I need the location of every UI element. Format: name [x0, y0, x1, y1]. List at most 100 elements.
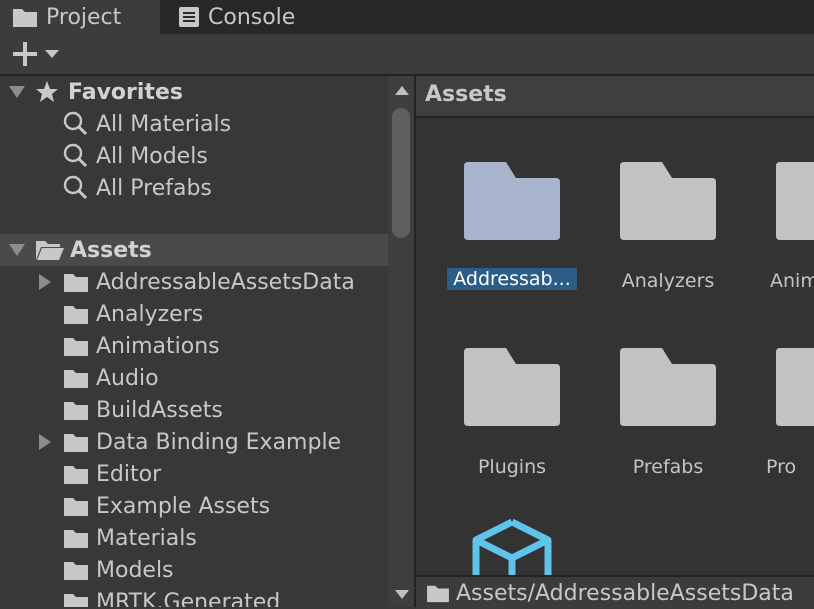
folder-label: Example Assets — [96, 493, 271, 519]
folder-icon — [776, 348, 814, 426]
asset-folder-item[interactable]: Pro — [754, 346, 814, 486]
asset-label-text: Anim — [770, 270, 814, 292]
asset-folder-item[interactable]: Addressab... — [442, 160, 582, 300]
folder-icon — [64, 594, 88, 607]
search-icon — [63, 175, 88, 200]
scroll-down-icon[interactable] — [395, 590, 409, 599]
folder-icon — [64, 274, 88, 292]
favorite-label: All Models — [96, 143, 208, 169]
folder-icon — [620, 348, 716, 426]
folder-icon — [427, 585, 449, 603]
foldout-expanded-icon[interactable] — [9, 86, 25, 98]
tab-project[interactable]: Project — [0, 0, 160, 34]
folder-icon — [64, 370, 88, 388]
asset-label-text: Plugins — [477, 456, 547, 478]
folder-label: Data Binding Example — [96, 429, 342, 455]
favorite-label: All Prefabs — [96, 175, 212, 201]
folder-icon — [776, 162, 814, 240]
tree-folder-item[interactable]: AddressableAssetsData — [0, 266, 388, 298]
tree-folder-item[interactable]: MRTK.Generated — [0, 586, 388, 607]
folder-icon — [64, 562, 88, 580]
search-icon — [63, 143, 88, 168]
folder-icon — [64, 498, 88, 516]
foldout-collapsed-icon[interactable] — [39, 434, 51, 450]
path-bar: Assets/AddressableAssetsData — [416, 575, 814, 609]
folder-icon — [464, 162, 560, 240]
asset-folder-item[interactable]: Plugins — [442, 346, 582, 486]
tree-scrollbar[interactable] — [388, 76, 414, 607]
asset-label-text: Analyzers — [621, 270, 715, 292]
asset-label: Addressab... — [442, 268, 582, 290]
asset-label-text: Addressab... — [447, 268, 577, 290]
asset-label: Pro — [766, 456, 814, 478]
asset-prefab-item[interactable] — [442, 516, 582, 576]
tree-folder-item[interactable]: Materials — [0, 522, 388, 554]
tree-folder-item[interactable]: Example Assets — [0, 490, 388, 522]
tree-folder-item[interactable]: Models — [0, 554, 388, 586]
tree-folder-item[interactable]: Audio — [0, 362, 388, 394]
favorites-header[interactable]: Favorites — [0, 76, 388, 108]
folder-label: Animations — [96, 333, 220, 359]
folder-icon — [464, 348, 560, 426]
folder-icon — [64, 434, 88, 452]
tree-folder-item[interactable]: Animations — [0, 330, 388, 362]
foldout-expanded-icon[interactable] — [9, 244, 25, 256]
asset-folder-item[interactable]: Anim — [754, 160, 814, 300]
asset-label-text: Prefabs — [632, 456, 704, 478]
foldout-collapsed-icon[interactable] — [39, 274, 51, 290]
folder-label: Materials — [96, 525, 197, 551]
asset-grid-pane: Assets Addressab... Analyzers Anim Plugi… — [416, 76, 814, 607]
folder-label: MRTK.Generated — [96, 589, 281, 608]
folder-label: Editor — [96, 461, 162, 487]
asset-label: Analyzers — [598, 270, 738, 292]
chevron-down-icon — [45, 50, 59, 58]
tree-folder-item[interactable]: Analyzers — [0, 298, 388, 330]
project-toolbar — [0, 34, 814, 76]
favorite-item[interactable]: All Materials — [0, 108, 388, 140]
search-icon — [63, 111, 88, 136]
asset-label-text: Pro — [766, 456, 797, 478]
tab-console[interactable]: Console — [160, 0, 320, 34]
tab-label: Console — [208, 4, 296, 30]
folder-icon — [13, 9, 37, 27]
assets-title: Assets — [70, 237, 152, 263]
prefab-cube-icon — [472, 518, 552, 576]
assets-root[interactable]: Assets — [0, 234, 388, 266]
folder-label: Analyzers — [96, 301, 204, 327]
folder-label: Models — [96, 557, 174, 583]
plus-icon — [13, 42, 37, 66]
scrollbar-thumb[interactable] — [392, 108, 410, 238]
tree-folder-item[interactable]: Data Binding Example — [0, 426, 388, 458]
tree-folder-item[interactable]: BuildAssets — [0, 394, 388, 426]
scroll-up-icon[interactable] — [395, 86, 409, 95]
asset-grid-header: Assets — [416, 76, 814, 118]
folder-icon — [64, 530, 88, 548]
folder-label: AddressableAssetsData — [96, 269, 355, 295]
folder-icon — [64, 466, 88, 484]
tab-label: Project — [46, 4, 122, 30]
favorites-title: Favorites — [68, 79, 183, 105]
asset-folder-item[interactable]: Analyzers — [598, 160, 738, 300]
folder-open-icon — [36, 241, 64, 260]
favorite-label: All Materials — [96, 111, 232, 137]
tab-bar: Project Console — [0, 0, 814, 34]
folder-label: Audio — [96, 365, 159, 391]
folder-label: BuildAssets — [96, 397, 223, 423]
console-icon — [179, 7, 199, 27]
folder-icon — [620, 162, 716, 240]
tree-folder-item[interactable]: Editor — [0, 458, 388, 490]
folder-icon — [64, 306, 88, 324]
favorite-item[interactable]: All Models — [0, 140, 388, 172]
asset-label: Plugins — [442, 456, 582, 478]
create-button[interactable] — [12, 40, 60, 68]
asset-label: Prefabs — [598, 456, 738, 478]
asset-label: Anim — [770, 270, 814, 292]
folder-icon — [64, 402, 88, 420]
folder-icon — [64, 338, 88, 356]
favorite-item[interactable]: All Prefabs — [0, 172, 388, 204]
selected-path: Assets/AddressableAssetsData — [456, 580, 794, 606]
asset-folder-item[interactable]: Prefabs — [598, 346, 738, 486]
asset-grid-title: Assets — [425, 82, 507, 107]
star-icon — [36, 81, 58, 102]
folder-tree: Favorites All Materials All Models All P… — [0, 76, 388, 607]
